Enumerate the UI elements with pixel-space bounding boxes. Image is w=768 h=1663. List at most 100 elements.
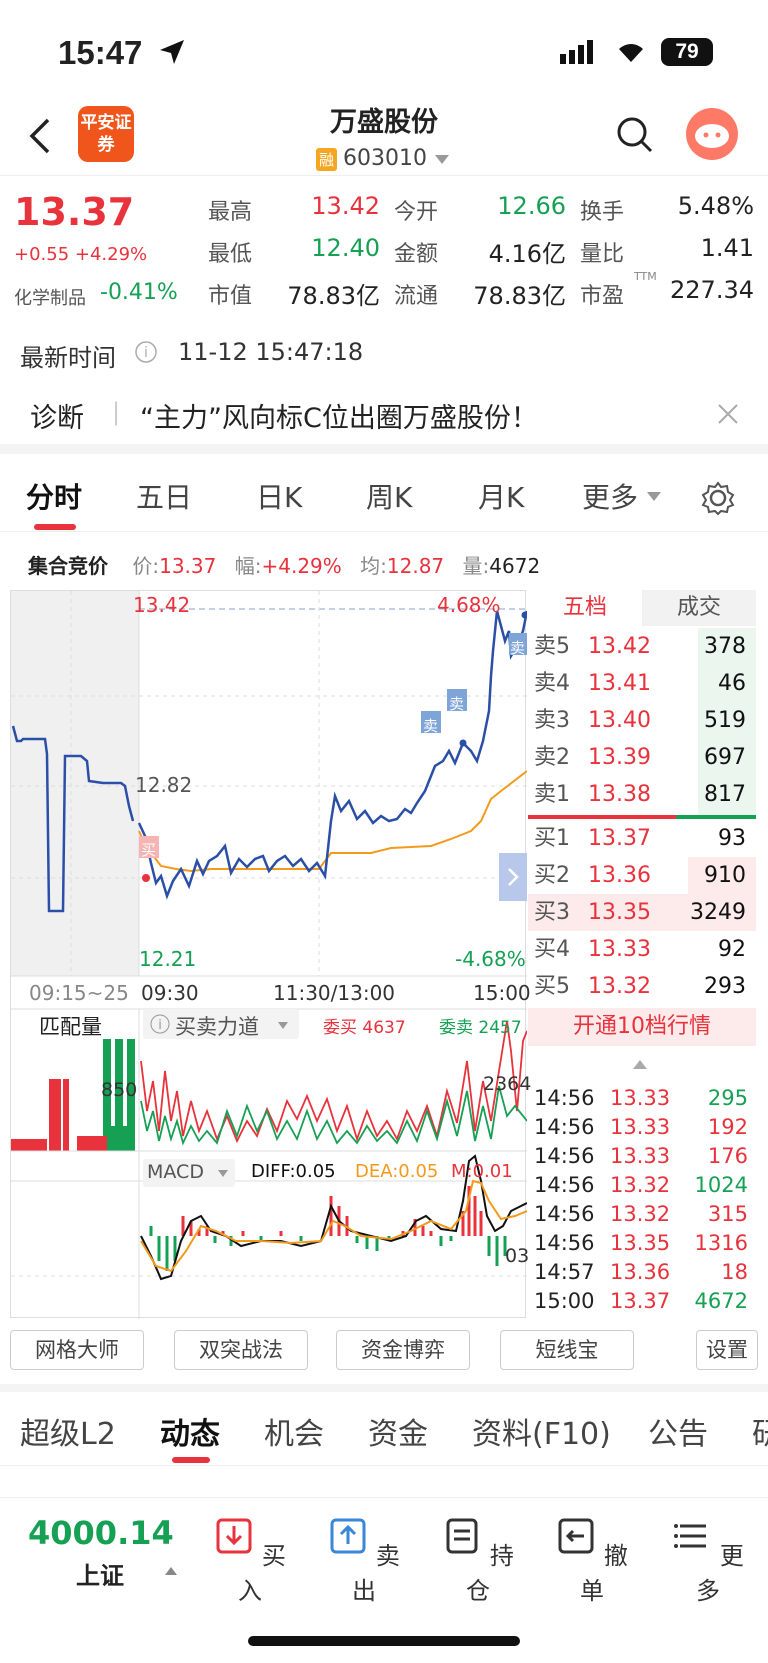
chart-high-pct: 4.68% — [437, 593, 501, 617]
bid-row[interactable]: 买1 13.37 93 — [528, 820, 756, 857]
bid-ask-ratio-bar — [676, 815, 756, 819]
sell-signal-mark[interactable]: 卖 — [449, 693, 464, 714]
active-tab-indicator — [34, 524, 76, 530]
open-label: 今开 — [394, 200, 439, 225]
tab-dynamic[interactable]: 动态 — [160, 1409, 220, 1453]
home-indicator[interactable] — [248, 1636, 520, 1646]
positions-button[interactable]: 持仓 — [438, 1516, 518, 1606]
auction-price: 13.37 — [159, 554, 217, 578]
tab-trades[interactable]: 成交 — [642, 590, 756, 626]
bottom-toolbar: 4000.14 上证 买入 卖出 持仓 撤单 更多 — [0, 1497, 768, 1627]
tab-funds[interactable]: 资金 — [368, 1409, 428, 1453]
menu-icon — [674, 1524, 707, 1548]
order-book-panel: 五档 成交 卖5 13.42 378 卖4 13.41 46 卖3 13.40 519 卖2… — [528, 590, 756, 1318]
sector-name[interactable]: 化学制品 — [14, 284, 86, 310]
bid-row[interactable]: 买3 13.35 3249 — [528, 894, 756, 931]
tools-settings-button[interactable]: 设置 — [696, 1330, 758, 1370]
bid-row[interactable]: 买2 13.36 910 — [528, 857, 756, 894]
macd-selector[interactable]: MACD — [143, 1159, 235, 1187]
tab-f10[interactable]: 资料(F10) — [472, 1409, 611, 1453]
caret-up-icon[interactable] — [632, 1058, 648, 1070]
tab-announcements[interactable]: 公告 — [648, 1409, 708, 1453]
ask-row[interactable]: 卖4 13.41 46 — [528, 665, 756, 702]
divider: | — [112, 398, 121, 426]
tab-five-levels[interactable]: 五档 — [528, 590, 642, 626]
ask-row[interactable]: 卖1 13.38 817 — [528, 776, 756, 813]
sell-signal-mark[interactable]: 卖 — [423, 715, 438, 736]
bid-row[interactable]: 买4 13.33 92 — [528, 931, 756, 968]
index-value[interactable]: 4000.14 — [28, 1514, 174, 1552]
buy-icon — [216, 1518, 252, 1554]
divider — [0, 1465, 768, 1466]
chart-mid-label: 12.82 — [135, 773, 193, 797]
time-axis-open: 09:30 — [141, 981, 199, 1005]
auction-amp: +4.29% — [261, 554, 342, 578]
more-button[interactable]: 更多 — [668, 1516, 748, 1606]
caret-down-icon — [218, 1170, 228, 1177]
wifi-icon — [619, 44, 643, 62]
auction-avg: 12.87 — [386, 554, 445, 578]
margin-badge: 融 — [316, 148, 338, 171]
cancel-order-icon — [558, 1518, 594, 1554]
macd-m: M:0.01 — [451, 1161, 513, 1182]
location-arrow-icon — [160, 40, 184, 64]
tab-super-l2[interactable]: 超级L2 — [20, 1409, 116, 1453]
macd-value: 03 — [505, 1245, 530, 1267]
price-change: +0.55 +4.29% — [14, 244, 148, 265]
trade-row: 14:56 13.33 176 — [534, 1144, 748, 1168]
tab-monthly-k[interactable]: 月K — [478, 476, 524, 516]
open-10-level-button[interactable]: 开通10档行情 — [528, 1008, 756, 1046]
sell-button[interactable]: 卖出 — [324, 1516, 404, 1606]
diagnosis-label: 诊断 — [30, 403, 84, 434]
tab-more[interactable]: 更多 — [582, 476, 638, 516]
chart-low-label: 12.21 — [139, 947, 197, 971]
stock-header: 平安证券 万盛股份 融 603010 — [0, 90, 768, 176]
positions-icon — [446, 1518, 478, 1554]
fund-game-button[interactable]: 资金博弈 — [336, 1330, 470, 1370]
chart-high-label: 13.42 — [133, 593, 191, 617]
ask-row[interactable]: 卖3 13.40 519 — [528, 702, 756, 739]
bid-row[interactable]: 买5 13.32 293 — [528, 968, 756, 1005]
turnover-label: 换手 — [580, 200, 625, 225]
ask-row[interactable]: 卖5 13.42 378 — [528, 628, 756, 665]
settings-gear-icon[interactable] — [700, 480, 736, 516]
stock-code[interactable]: 融 603010 — [316, 146, 450, 171]
mktcap-value: 78.83亿 — [287, 282, 380, 310]
cancel-order-button[interactable]: 撤单 — [552, 1516, 632, 1606]
trade-row: 14:56 13.33 192 — [534, 1115, 748, 1139]
assistant-avatar-icon[interactable] — [686, 108, 738, 160]
info-icon[interactable]: i — [134, 340, 158, 364]
time-axis-auction: 09:15~25 — [29, 981, 129, 1005]
tab-opportunity[interactable]: 机会 — [264, 1409, 324, 1453]
diagnosis-text[interactable]: “主力”风向标C位出圈万盛股份！ — [140, 396, 538, 435]
buy-button[interactable]: 买入 — [210, 1516, 290, 1606]
search-icon[interactable] — [616, 116, 654, 154]
caret-up-icon[interactable] — [164, 1566, 178, 1576]
last-price: 13.37 — [14, 190, 135, 234]
sell-signal-mark[interactable]: 卖 — [510, 637, 525, 658]
close-icon[interactable] — [716, 402, 740, 426]
grid-master-button[interactable]: 网格大师 — [10, 1330, 144, 1370]
tab-intraday[interactable]: 分时 — [26, 476, 82, 516]
auction-info: 集合竞价 价:13.37 幅:+4.29% 均:12.87 量:4672 — [28, 554, 541, 578]
force-selector[interactable]: i 买卖力道 — [143, 1009, 299, 1039]
short-line-button[interactable]: 短线宝 — [500, 1330, 634, 1370]
index-name[interactable]: 上证 — [76, 1556, 124, 1591]
double-breakout-button[interactable]: 双突战法 — [174, 1330, 308, 1370]
float-label: 流通 — [394, 284, 439, 309]
tab-weekly-k[interactable]: 周K — [366, 476, 412, 516]
tab-five-day[interactable]: 五日 — [136, 476, 192, 516]
trade-row: 14:56 13.35 1316 — [534, 1231, 748, 1255]
low-label: 最低 — [208, 242, 253, 267]
diagnosis-bar[interactable]: 诊断 | “主力”风向标C位出圈万盛股份！ — [0, 384, 768, 454]
tab-daily-k[interactable]: 日K — [256, 476, 302, 516]
pe-value: 227.34 — [670, 276, 754, 304]
tab-research[interactable]: 研 — [752, 1409, 768, 1453]
intraday-chart-panel[interactable]: 13.42 4.68% 12.82 12.21 -4.68% 09:15~25 … — [10, 590, 531, 1319]
trade-row: 14:56 13.32 1024 — [534, 1173, 748, 1197]
info-tabs: 超级L2 动态 机会 资金 资料(F10) 公告 研 — [0, 1395, 768, 1465]
turnover-value: 5.48% — [677, 192, 754, 220]
buy-signal-mark[interactable]: 买 — [141, 839, 156, 860]
ask-row[interactable]: 卖2 13.39 697 — [528, 739, 756, 776]
bid-strength-label: 委买 4637 — [323, 1018, 406, 1038]
